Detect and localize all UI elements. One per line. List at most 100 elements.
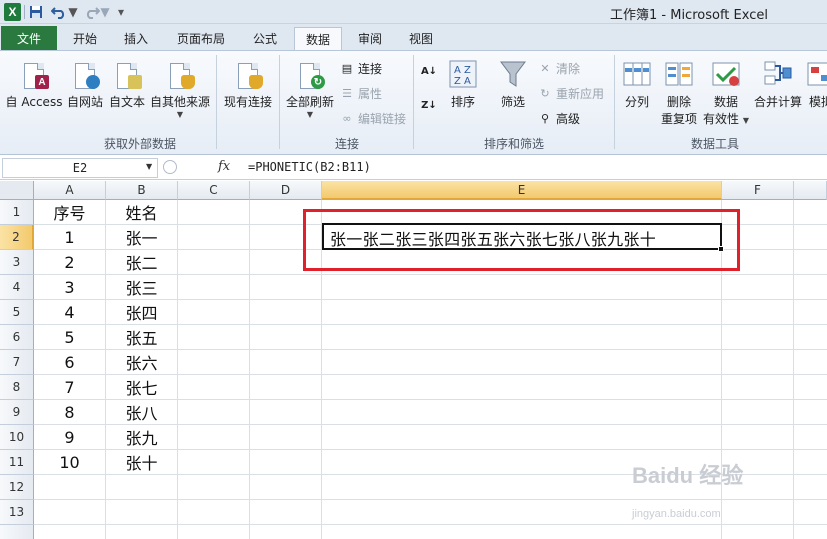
existing-connections-icon — [233, 57, 263, 89]
customize-toolbar-icon[interactable]: ▾ — [116, 3, 126, 21]
consolidate-button[interactable]: 合并计算 — [752, 53, 804, 110]
baidu-watermark: Baidu 经验 — [632, 463, 744, 488]
redo-icon[interactable] — [84, 3, 100, 21]
svg-text:Z: Z — [464, 65, 471, 76]
clear-filter-button[interactable]: ✕ 清除 — [538, 60, 580, 77]
cell-a10[interactable]: 9 — [34, 425, 105, 449]
cell-b8[interactable]: 张七 — [106, 375, 177, 399]
row-header-10[interactable]: 10 — [0, 425, 34, 450]
tab-insert[interactable]: 插入 — [112, 27, 160, 50]
tab-home[interactable]: 开始 — [62, 27, 108, 50]
row-header-2[interactable]: 2 — [0, 225, 34, 250]
title-bar: X ▼ ▼ ▾ 工作簿1 - Microsoft Excel — [0, 0, 827, 24]
row-header-7[interactable]: 7 — [0, 350, 34, 375]
edit-links-button[interactable]: ∞ 编辑链接 — [340, 110, 406, 127]
advanced-filter-button[interactable]: ⚲ 高级 — [538, 110, 580, 127]
sort-descending-button[interactable]: Z↓ — [420, 99, 442, 112]
cell-a2[interactable]: 1 — [34, 225, 105, 249]
row-header-12[interactable]: 12 — [0, 475, 34, 500]
window-title: 工作簿1 - Microsoft Excel — [610, 8, 768, 23]
from-access-button[interactable]: A 自 Access — [5, 53, 63, 110]
row-header-14[interactable] — [0, 525, 34, 539]
sort-az-icon: A↓ — [420, 66, 438, 77]
from-web-button[interactable]: 自网站 — [64, 53, 106, 110]
gridline — [249, 200, 250, 539]
row-header-13[interactable]: 13 — [0, 500, 34, 525]
refresh-all-button[interactable]: ↻ 全部刷新 ▼ — [283, 53, 337, 119]
undo-dropdown-icon[interactable]: ▼ — [68, 3, 78, 21]
cell-b7[interactable]: 张六 — [106, 350, 177, 374]
ribbon: A 自 Access 自网站 自文本 自其他来源 ▼ 现有连接 获取外部数据 ↻… — [0, 50, 827, 155]
from-text-button[interactable]: 自文本 — [106, 53, 148, 110]
row-header-11[interactable]: 11 — [0, 450, 34, 475]
cell-a6[interactable]: 5 — [34, 325, 105, 349]
text-to-columns-button[interactable]: 分列 — [618, 53, 656, 110]
row-header-5[interactable]: 5 — [0, 300, 34, 325]
excel-logo-icon[interactable]: X — [4, 3, 21, 21]
tab-formulas[interactable]: 公式 — [242, 27, 288, 50]
cell-b6[interactable]: 张五 — [106, 325, 177, 349]
select-all-corner[interactable] — [0, 181, 34, 200]
row-header-4[interactable]: 4 — [0, 275, 34, 300]
remove-duplicates-button[interactable]: 删除 重复项 — [658, 53, 700, 127]
cell-b9[interactable]: 张八 — [106, 400, 177, 424]
column-header-g[interactable] — [794, 181, 827, 200]
cell-a8[interactable]: 7 — [34, 375, 105, 399]
redo-dropdown-icon[interactable]: ▼ — [100, 3, 110, 21]
tab-data[interactable]: 数据 — [294, 27, 342, 50]
data-validation-button[interactable]: 数据 有效性 ▼ — [702, 53, 750, 127]
cell-a11[interactable]: 10 — [34, 450, 105, 474]
group-label-connections: 连接 — [334, 137, 359, 151]
reapply-button[interactable]: ↻ 重新应用 — [538, 85, 604, 102]
cell-b2[interactable]: 张一 — [106, 225, 177, 249]
existing-connections-button[interactable]: 现有连接 — [220, 53, 276, 110]
cell-b11[interactable]: 张十 — [106, 450, 177, 474]
column-header-c[interactable]: C — [178, 181, 250, 200]
cell-a5[interactable]: 4 — [34, 300, 105, 324]
formula-input[interactable]: =PHONETIC(B2:B11) — [248, 160, 371, 174]
column-header-a[interactable]: A — [34, 181, 106, 200]
name-box[interactable]: E2 — [2, 158, 158, 178]
consolidate-icon — [763, 57, 793, 89]
row-header-6[interactable]: 6 — [0, 325, 34, 350]
advanced-filter-icon: ⚲ — [540, 112, 550, 125]
cell-a4[interactable]: 3 — [34, 275, 105, 299]
cell-b3[interactable]: 张二 — [106, 250, 177, 274]
cell-a7[interactable]: 6 — [34, 350, 105, 374]
tab-review[interactable]: 审阅 — [346, 27, 394, 50]
chevron-down-icon[interactable]: ▼ — [146, 162, 152, 171]
tab-file[interactable]: 文件 — [1, 26, 57, 50]
connections-icon: ▤ — [341, 62, 353, 75]
column-header-f[interactable]: F — [722, 181, 794, 200]
column-header-e[interactable]: E — [322, 181, 722, 200]
cell-b10[interactable]: 张九 — [106, 425, 177, 449]
formula-bar-resize-handle[interactable] — [163, 160, 177, 174]
sort-button[interactable]: AZZA 排序 — [445, 53, 481, 110]
connections-button[interactable]: ▤ 连接 — [340, 60, 382, 77]
cell-b5[interactable]: 张四 — [106, 300, 177, 324]
cell-b1[interactable]: 姓名 — [106, 200, 177, 224]
cell-a1[interactable]: 序号 — [34, 200, 105, 224]
filter-button[interactable]: 筛选 — [494, 53, 532, 110]
tab-page-layout[interactable]: 页面布局 — [166, 27, 236, 50]
save-icon[interactable] — [28, 3, 44, 21]
tab-view[interactable]: 视图 — [398, 27, 444, 50]
what-if-analysis-button[interactable]: 模拟 — [806, 53, 827, 110]
row-header-1[interactable]: 1 — [0, 200, 34, 225]
cell-a3[interactable]: 2 — [34, 250, 105, 274]
cell-a9[interactable]: 8 — [34, 400, 105, 424]
cell-b4[interactable]: 张三 — [106, 275, 177, 299]
from-other-sources-button[interactable]: 自其他来源 ▼ — [148, 53, 212, 119]
row-header-9[interactable]: 9 — [0, 400, 34, 425]
gridline — [793, 200, 794, 539]
ribbon-tabs: 文件 开始 插入 页面布局 公式 数据 审阅 视图 — [0, 24, 827, 50]
row-header-8[interactable]: 8 — [0, 375, 34, 400]
column-header-d[interactable]: D — [250, 181, 322, 200]
sort-ascending-button[interactable]: A↓ — [420, 65, 442, 78]
divider — [24, 5, 25, 19]
properties-button[interactable]: ☰ 属性 — [340, 85, 382, 102]
row-header-3[interactable]: 3 — [0, 250, 34, 275]
column-header-b[interactable]: B — [106, 181, 178, 200]
undo-icon[interactable] — [50, 3, 68, 21]
insert-function-icon[interactable]: fx — [218, 159, 230, 174]
